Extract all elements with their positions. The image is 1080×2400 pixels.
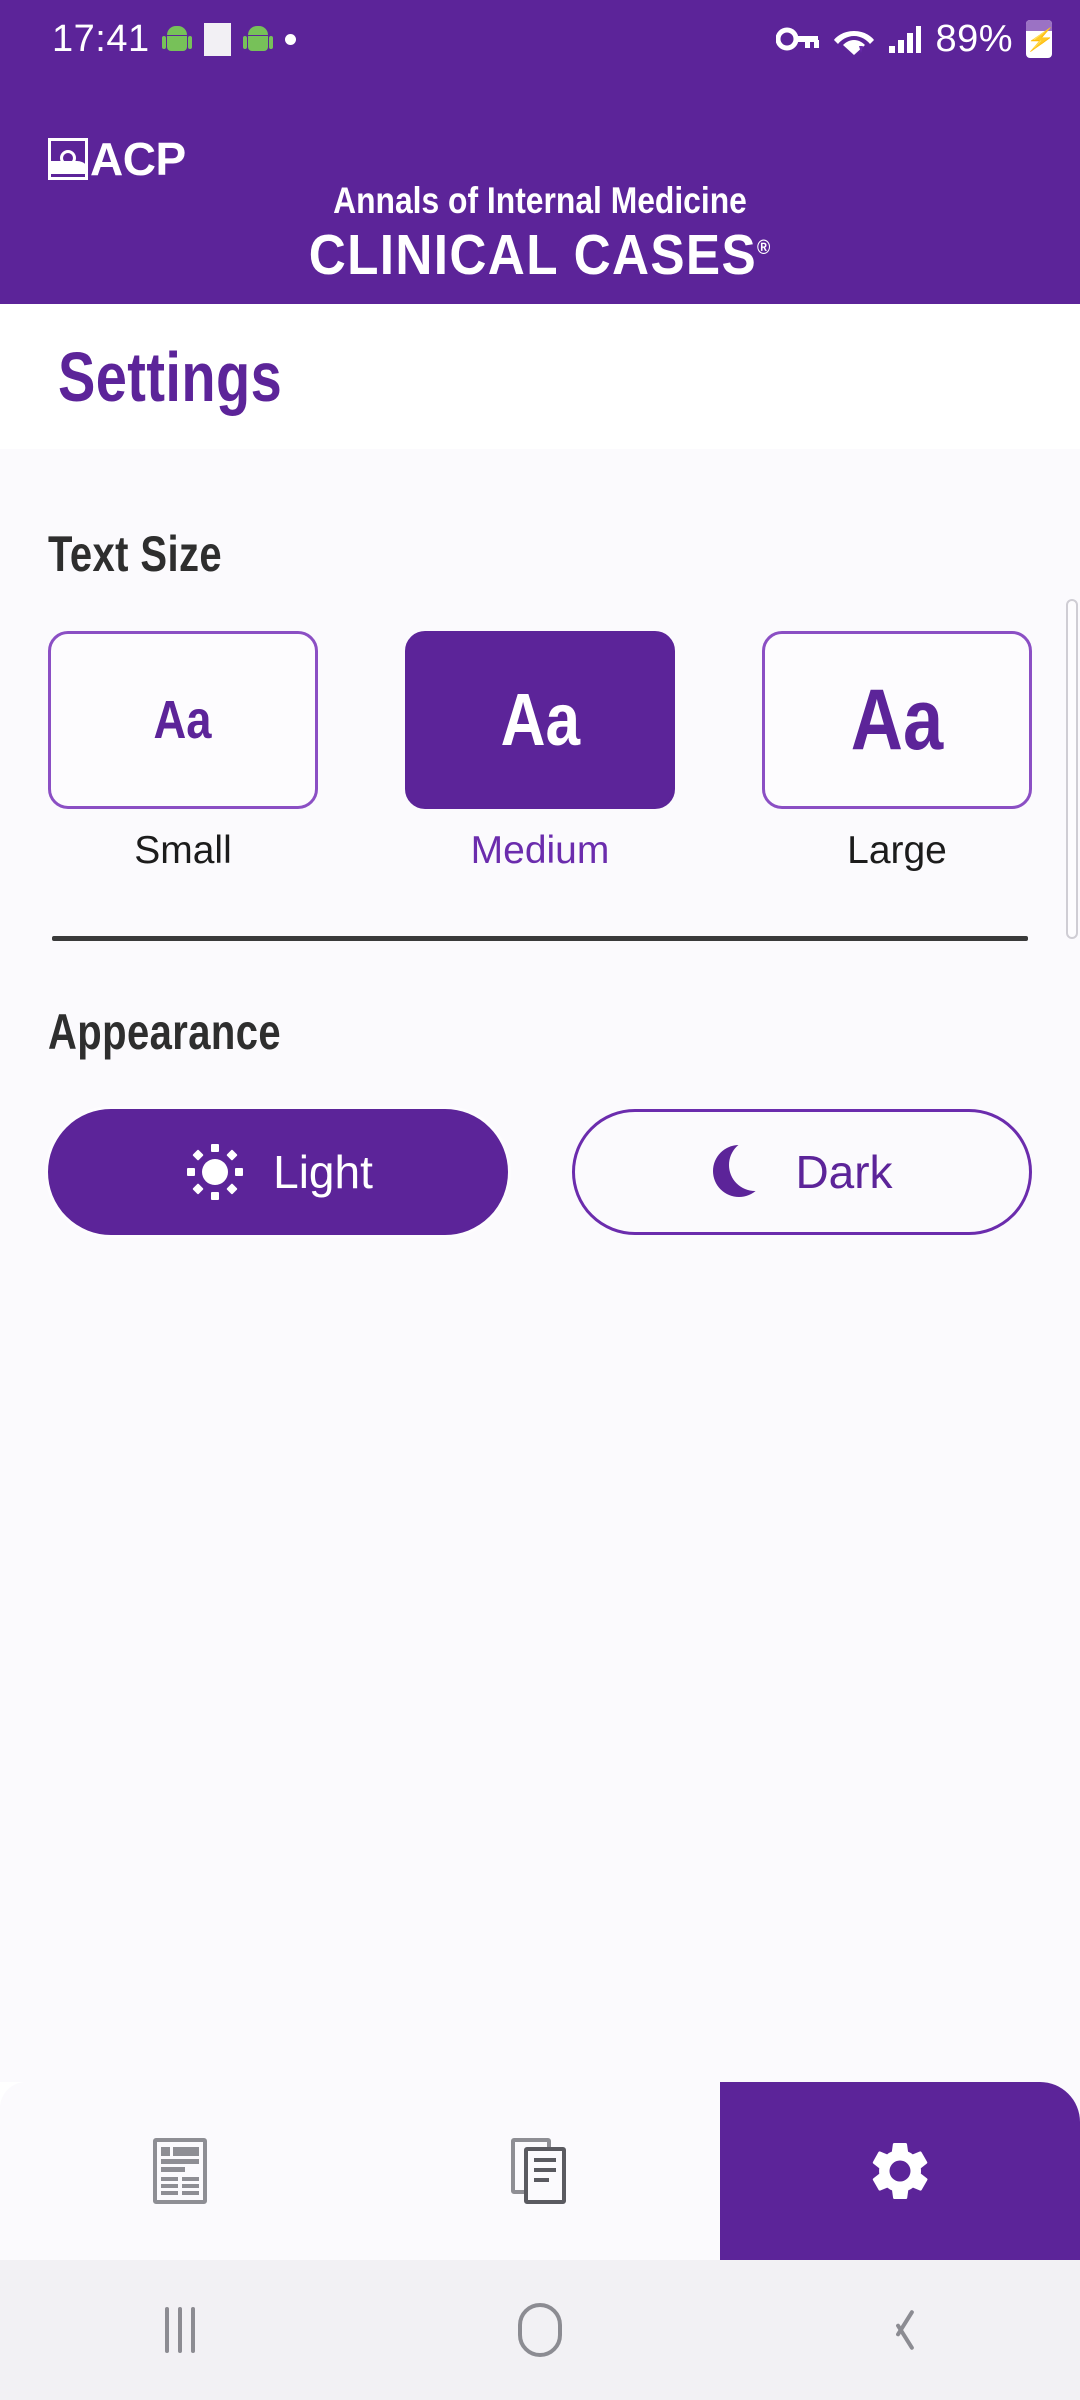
brand-main-title: CLINICAL CASES® — [309, 227, 772, 284]
android-nav-bar — [0, 2260, 1080, 2400]
text-size-option-large[interactable]: Aa Large — [762, 631, 1032, 870]
text-size-heading: Text Size — [48, 526, 223, 582]
vpn-key-icon — [776, 27, 820, 51]
appearance-dark-button[interactable]: Dark — [572, 1109, 1032, 1235]
app-header: ACP Annals of Internal Medicine CLINICAL… — [0, 78, 1080, 304]
android-robot-icon — [161, 24, 192, 54]
text-size-option-medium[interactable]: Aa Medium — [405, 631, 675, 870]
text-size-large-label: Large — [847, 829, 947, 872]
text-size-small-label: Small — [134, 829, 232, 872]
documents-icon — [511, 2138, 569, 2204]
nav-home-button[interactable] — [360, 2303, 720, 2357]
aa-sample-small: Aa — [154, 690, 212, 750]
status-clock: 17:41 — [52, 18, 150, 60]
moon-icon — [711, 1139, 782, 1201]
text-size-medium-label: Medium — [470, 829, 610, 872]
battery-percent-label: 89% — [935, 18, 1013, 60]
aa-sample-medium: Aa — [500, 678, 580, 761]
text-size-medium-button[interactable]: Aa — [405, 631, 675, 809]
acp-logo-text: ACP — [90, 133, 186, 185]
appearance-heading: Appearance — [48, 1004, 281, 1060]
app-screen: 17:41 89% ⚡ ACP Annals of Internal Medic… — [0, 0, 1080, 2400]
tab-articles[interactable] — [0, 2082, 360, 2260]
status-bar-left: 17:41 — [52, 20, 296, 58]
appearance-options: Light Dark — [48, 1109, 1032, 1235]
appearance-light-button[interactable]: Light — [48, 1109, 508, 1235]
brand-subtitle: Annals of Internal Medicine — [333, 180, 747, 221]
white-square-icon — [203, 22, 231, 56]
acp-emblem-icon — [48, 138, 88, 180]
scrollbar-thumb[interactable] — [1066, 599, 1078, 939]
registered-mark: ® — [756, 237, 772, 259]
acp-logo: ACP — [48, 136, 186, 182]
appearance-dark-label: Dark — [795, 1146, 893, 1198]
tab-settings[interactable] — [720, 2082, 1080, 2260]
gear-icon — [872, 2142, 928, 2200]
text-size-small-button[interactable]: Aa — [48, 631, 318, 809]
text-size-options: Aa Small Aa Medium Aa Large — [48, 631, 1032, 870]
page-title: Settings — [58, 337, 283, 416]
cellular-signal-icon — [889, 26, 922, 53]
text-size-option-small[interactable]: Aa Small — [48, 631, 318, 870]
back-icon — [883, 2306, 917, 2354]
page-title-bar: Settings — [0, 304, 1080, 449]
sun-icon — [183, 1140, 247, 1204]
wifi-icon — [834, 31, 875, 55]
text-size-large-button[interactable]: Aa — [762, 631, 1032, 809]
recents-icon — [165, 2307, 195, 2353]
status-bar-right: 89% ⚡ — [776, 20, 1052, 58]
content-scrollbar[interactable] — [1066, 449, 1080, 2082]
brand-title: Annals of Internal Medicine CLINICAL CAS… — [0, 182, 1080, 284]
nav-recents-button[interactable] — [0, 2307, 360, 2353]
appearance-light-label: Light — [273, 1146, 373, 1198]
brand-main-text: CLINICAL CASES — [308, 223, 757, 287]
nav-back-button[interactable] — [720, 2306, 1080, 2354]
settings-content: Text Size Aa Small Aa Medium Aa Large Ap… — [0, 449, 1080, 2082]
bottom-tab-bar — [0, 2082, 1080, 2260]
home-icon — [518, 2303, 562, 2357]
android-robot-icon — [242, 24, 273, 54]
dot-icon — [284, 33, 296, 45]
battery-charging-icon: ⚡ — [1026, 20, 1052, 58]
status-bar: 17:41 89% ⚡ — [0, 0, 1080, 78]
aa-sample-large: Aa — [850, 672, 944, 768]
tab-cases[interactable] — [360, 2082, 720, 2260]
newspaper-icon — [153, 2138, 207, 2204]
